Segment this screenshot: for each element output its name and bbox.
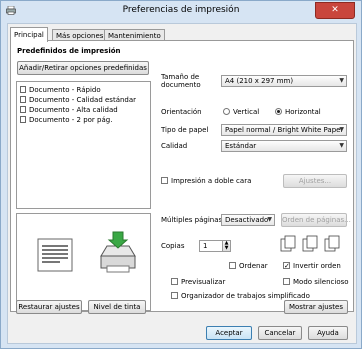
document-icon [20,86,26,93]
paper-type-select[interactable]: Papel normal / Bright White Paper ▼ [221,124,347,136]
tab-panel-principal: Predefinidos de impresión Añadir/Retirar… [10,40,354,312]
print-preferences-window: Preferencias de impresión ✕ Principal Má… [0,0,362,349]
window-title: Preferencias de impresión [122,5,240,15]
multipage-select[interactable]: Desactivado ▼ [221,214,275,226]
quality-select[interactable]: Estándar ▼ [221,140,347,152]
quality-value: Estándar [225,142,257,150]
duplex-checkbox[interactable] [161,177,168,184]
preview-label[interactable]: Previsualizar [181,278,225,286]
reverse-order-label[interactable]: Invertir orden [293,262,341,270]
tab-principal[interactable]: Principal [10,27,48,42]
chevron-down-icon: ▼ [339,77,344,84]
page-preview-icon [37,238,73,272]
paper-size-select[interactable]: A4 (210 x 297 mm) ▼ [221,75,347,87]
preset-item-label: Documento - Rápido [29,86,101,94]
chevron-down-icon: ▼ [267,216,272,223]
preset-item[interactable]: Documento - Alta calidad [20,106,118,115]
restore-settings-button[interactable]: Restaurar ajustes [16,300,82,314]
collate-label[interactable]: Ordenar [239,262,268,270]
duplex-label[interactable]: Impresión a doble cara [171,177,251,185]
preset-item-label: Documento - Calidad estándar [29,96,137,104]
quality-label: Calidad [161,142,188,150]
chevron-down-icon: ▼ [339,126,344,133]
orientation-horizontal-label[interactable]: Horizontal [285,108,321,116]
job-arranger-label[interactable]: Organizador de trabajos simplificado [181,292,310,300]
collate-pages-icon [280,235,340,252]
ok-button[interactable]: Aceptar [206,326,252,340]
orientation-vertical-label[interactable]: Vertical [233,108,259,116]
document-icon [20,106,26,113]
title-bar: Preferencias de impresión ✕ [1,1,361,21]
paper-type-value: Papel normal / Bright White Paper [225,126,344,134]
multipage-label: Múltiples páginas [161,216,223,224]
orientation-horizontal-radio[interactable] [275,108,282,115]
page-order-button[interactable]: Orden de páginas... [281,213,351,227]
dialog-body: Principal Más opciones Mantenimiento Pre… [7,23,357,344]
print-preview-pane [16,213,151,311]
preset-item[interactable]: Documento - Calidad estándar [20,96,136,105]
add-remove-presets-button[interactable]: Añadir/Retirar opciones predefinidas [17,61,149,75]
preset-item-label: Documento - Alta calidad [29,106,118,114]
preview-checkbox[interactable] [171,278,178,285]
paper-type-label: Tipo de papel [161,126,209,134]
job-arranger-checkbox[interactable] [171,292,178,299]
paper-size-label: Tamaño de documento [161,73,201,89]
quiet-mode-checkbox[interactable] [283,278,290,285]
preset-item[interactable]: Documento - 2 por pág. [20,116,112,125]
orientation-vertical-radio[interactable] [223,108,230,115]
multipage-value: Desactivado [225,216,269,224]
document-icon [20,116,26,123]
paper-size-value: A4 (210 x 297 mm) [225,77,294,85]
ink-level-button[interactable]: Nivel de tinta [88,300,146,314]
help-button[interactable]: Ayuda [308,326,348,340]
printer-image-icon [100,231,136,273]
orientation-label: Orientación [161,108,202,116]
chevron-down-icon: ▼ [339,142,344,149]
preset-item[interactable]: Documento - Rápido [20,86,101,95]
presets-heading: Predefinidos de impresión [17,47,121,55]
copies-stepper[interactable]: ▲ ▼ [222,240,231,252]
quiet-mode-label[interactable]: Modo silencioso [293,278,349,286]
copies-label: Copias [161,242,185,250]
reverse-order-checkbox[interactable]: ✓ [283,262,290,270]
copies-input[interactable]: 1 [199,240,223,252]
document-icon [20,96,26,103]
cancel-button[interactable]: Cancelar [258,326,302,340]
close-button[interactable]: ✕ [315,2,355,19]
duplex-settings-button[interactable]: Ajustes... [283,174,347,188]
preset-item-label: Documento - 2 por pág. [29,116,113,124]
show-settings-button[interactable]: Mostrar ajustes [284,300,348,314]
collate-checkbox[interactable] [229,262,236,269]
presets-list[interactable]: Documento - Rápido Documento - Calidad e… [16,81,151,209]
